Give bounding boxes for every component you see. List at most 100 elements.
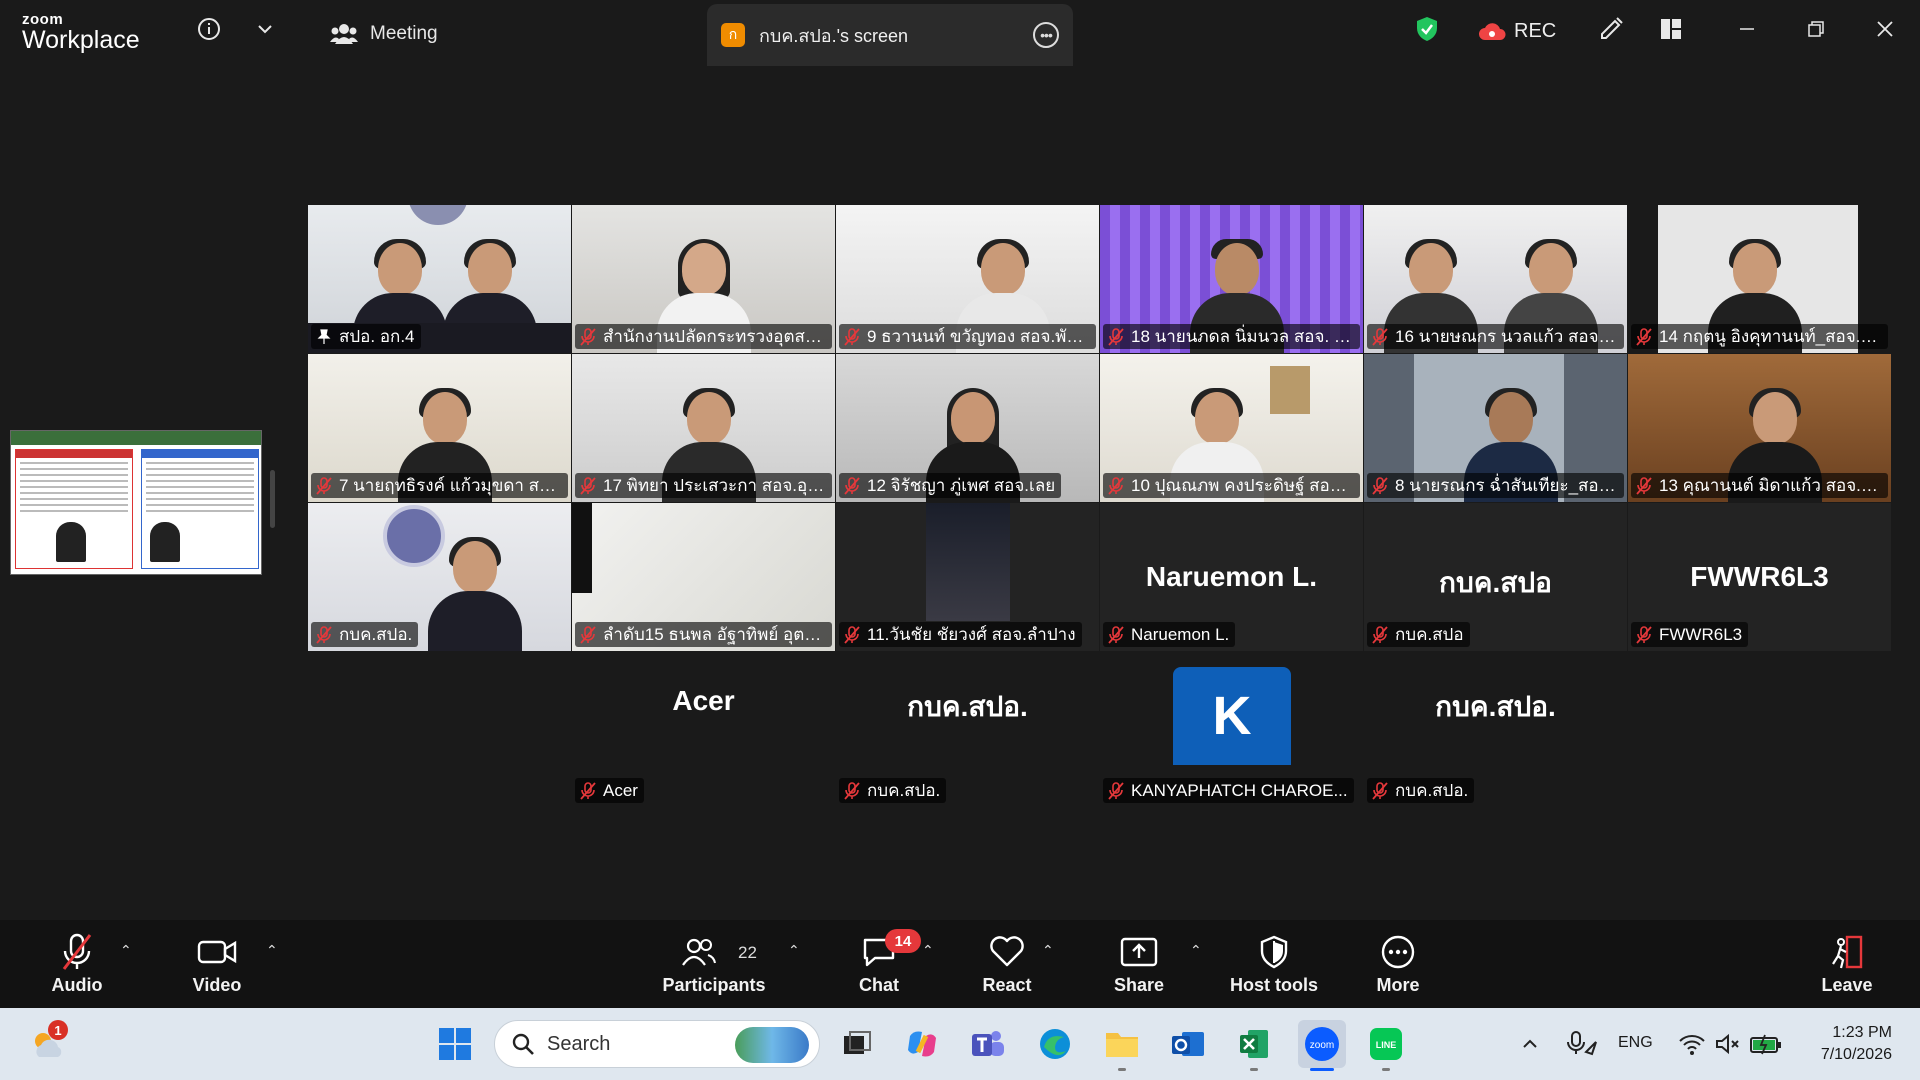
muted-mic-icon <box>579 781 597 800</box>
video-tile[interactable]: กบค.สปอ กบค.สปอ <box>1364 503 1627 651</box>
muted-mic-icon <box>1107 625 1125 644</box>
audio-button[interactable]: Audio <box>22 932 132 1002</box>
participant-display-name: กบค.สปอ. <box>1435 691 1556 722</box>
participant-name: 18 นายนภดล นิ่มนวล สอจ. อุ... <box>1131 327 1354 346</box>
mic-location-icon[interactable] <box>1562 1024 1602 1064</box>
participant-name: 14 กฤตนู อิงคุทานนท์_สอจ.สร... <box>1659 327 1882 346</box>
participant-name: Naruemon L. <box>1131 624 1230 644</box>
participant-name: สปอ. อก.4 <box>339 327 415 346</box>
minimize-icon[interactable] <box>1732 14 1762 44</box>
video-tile[interactable]: 16 นายษณกร นวลแก้ว สอจ.ส... <box>1364 205 1627 353</box>
copilot-icon[interactable] <box>902 1024 942 1064</box>
meeting-tab[interactable]: Meeting <box>330 22 438 46</box>
video-options-caret[interactable]: ⌃ <box>266 942 278 959</box>
speaker-muted-icon[interactable] <box>1708 1024 1748 1064</box>
react-options-caret[interactable]: ⌃ <box>1042 942 1054 959</box>
zoom-taskbar-icon[interactable]: zoom <box>1298 1020 1346 1068</box>
chevron-down-icon[interactable] <box>250 14 280 44</box>
video-tile[interactable]: กบค.สปอ. กบค.สปอ. <box>836 667 1099 815</box>
muted-mic-icon <box>843 781 861 800</box>
participant-name: กบค.สปอ <box>1395 625 1464 644</box>
video-tile[interactable]: สปอ. อก.4 <box>308 205 571 353</box>
leave-door-icon <box>1829 932 1865 972</box>
participant-display-name: Naruemon L. <box>1145 561 1318 592</box>
security-shield-icon[interactable] <box>1412 14 1442 44</box>
share-options-caret[interactable]: ⌃ <box>1190 942 1202 959</box>
wifi-icon[interactable] <box>1672 1024 1712 1064</box>
teams-icon[interactable] <box>968 1024 1008 1064</box>
audio-options-caret[interactable]: ⌃ <box>120 942 132 959</box>
video-tile[interactable]: 17 พิทยา ประเสวะกา สอจ.อุด... <box>572 354 835 502</box>
participant-display-name: กบค.สปอ <box>1439 567 1552 598</box>
excel-icon[interactable] <box>1234 1024 1274 1064</box>
host-tools-button[interactable]: Host tools <box>1218 932 1330 1002</box>
video-tile[interactable]: สำนักงานปลัดกระทรวงอุตสาห... <box>572 205 835 353</box>
participant-name: 12 จิรัชญา ภู่เพศ สอจ.เลย <box>867 476 1056 495</box>
system-clock[interactable]: 1:23 PM 7/10/2026 <box>1821 1022 1892 1066</box>
video-tile[interactable]: 8 นายรณกร ฉ่ำสันเทียะ_สอจ.... <box>1364 354 1627 502</box>
participant-name: 9 ธวานนท์ ขวัญทอง สอจ.พัทลุง <box>867 327 1090 346</box>
info-icon[interactable] <box>194 14 224 44</box>
chevron-up-icon[interactable] <box>1510 1024 1550 1064</box>
video-tile[interactable]: 18 นายนภดล นิ่มนวล สอจ. อุ... <box>1100 205 1363 353</box>
shared-screen-thumbnail[interactable] <box>10 430 262 575</box>
start-icon[interactable] <box>435 1024 475 1064</box>
running-indicator <box>1382 1068 1390 1071</box>
battery-charging-icon[interactable] <box>1746 1024 1786 1064</box>
video-tile[interactable]: FWWR6L3 FWWR6L3 <box>1628 503 1891 651</box>
muted-mic-icon <box>579 476 597 495</box>
close-icon[interactable] <box>1870 14 1900 44</box>
participants-options-caret[interactable]: ⌃ <box>788 942 800 959</box>
video-button[interactable]: Video <box>162 932 272 1002</box>
chat-options-caret[interactable]: ⌃ <box>922 942 934 959</box>
recording-indicator[interactable]: REC <box>1478 20 1556 43</box>
video-tile[interactable]: 7 นายฤทธิรงค์ แก้วมุขดา สอจ... <box>308 354 571 502</box>
participant-nametag: Acer <box>575 778 644 803</box>
participant-name: 16 นายษณกร นวลแก้ว สอจ.ส... <box>1395 327 1618 346</box>
chat-unread-badge: 14 <box>885 929 921 953</box>
participant-nametag: สปอ. อก.4 <box>311 324 421 349</box>
video-tile[interactable]: Acer Acer <box>572 667 835 815</box>
more-button[interactable]: More <box>1343 932 1453 1002</box>
more-options-icon[interactable]: ••• <box>1033 22 1059 48</box>
pin-icon <box>315 328 333 346</box>
muted-mic-icon <box>843 625 861 644</box>
file-explorer-icon[interactable] <box>1102 1024 1142 1064</box>
line-icon[interactable]: LINE <box>1366 1024 1406 1064</box>
video-tile[interactable]: กบค.สปอ. <box>308 503 571 651</box>
participant-nametag: 13 คุณานนต์ มิดาแก้ว สอจ.ส... <box>1631 473 1888 498</box>
avatar: K <box>1173 667 1291 765</box>
taskbar-search[interactable]: Search <box>494 1020 820 1068</box>
video-tile[interactable]: 10 ปุณณภพ คงประดิษฐ์ สอจ.... <box>1100 354 1363 502</box>
title-bar: zoom Workplace Meeting ก กบค.สปอ.'s scre… <box>0 0 1920 66</box>
task-view-icon[interactable] <box>836 1024 876 1064</box>
participant-nametag: กบค.สปอ. <box>839 778 947 803</box>
participant-nametag: 9 ธวานนท์ ขวัญทอง สอจ.พัทลุง <box>839 324 1096 349</box>
language-indicator[interactable]: ENG <box>1618 1034 1653 1052</box>
annotate-icon[interactable] <box>1596 14 1626 44</box>
video-tile[interactable]: Naruemon L. Naruemon L. <box>1100 503 1363 651</box>
outlook-icon[interactable] <box>1168 1024 1208 1064</box>
video-tile[interactable]: 14 กฤตนู อิงคุทานนท์_สอจ.สร... <box>1628 205 1891 353</box>
muted-mic-icon <box>579 327 597 346</box>
video-tile[interactable]: 9 ธวานนท์ ขวัญทอง สอจ.พัทลุง <box>836 205 1099 353</box>
video-tile[interactable]: 13 คุณานนต์ มิดาแก้ว สอจ.ส... <box>1628 354 1891 502</box>
video-tile[interactable]: ลำดับ15 ธนพล อัฐาทิพย์ อุตส... <box>572 503 835 651</box>
share-button[interactable]: Share <box>1084 932 1194 1002</box>
participant-nametag: 17 พิทยา ประเสวะกา สอจ.อุด... <box>575 473 832 498</box>
video-tile[interactable]: กบค.สปอ. กบค.สปอ. <box>1364 667 1627 815</box>
leave-button[interactable]: Leave <box>1792 932 1902 1002</box>
participant-name: สำนักงานปลัดกระทรวงอุตสาห... <box>603 327 826 346</box>
restore-icon[interactable] <box>1801 14 1831 44</box>
thumbnail-drag-handle[interactable] <box>270 470 275 528</box>
video-tile[interactable]: K KANYAPHATCH CHAROE... <box>1100 667 1363 815</box>
video-tile[interactable]: 11.วันชัย ชัยวงศ์ สอจ.ลำปาง <box>836 503 1099 651</box>
video-tile[interactable]: 12 จิรัชญา ภู่เพศ สอจ.เลย <box>836 354 1099 502</box>
edge-icon[interactable] <box>1035 1024 1075 1064</box>
share-screen-tab[interactable]: ก กบค.สปอ.'s screen ••• <box>707 4 1073 66</box>
search-icon <box>512 1033 534 1055</box>
ellipsis-icon <box>1380 932 1416 972</box>
view-layout-icon[interactable] <box>1656 14 1686 44</box>
participant-name: 7 นายฤทธิรงค์ แก้วมุขดา สอจ... <box>339 476 562 495</box>
chat-label: Chat <box>859 975 899 995</box>
